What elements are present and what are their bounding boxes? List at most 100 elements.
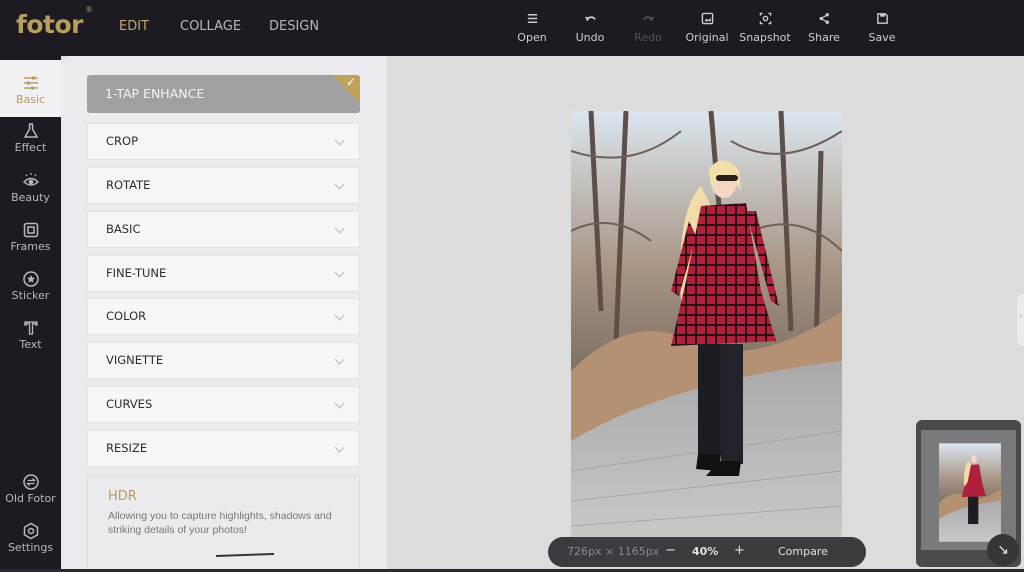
section-crop[interactable]: CROP bbox=[87, 123, 360, 160]
open-button[interactable]: Open bbox=[502, 12, 562, 44]
zoom-bar: 726px × 1165px − 40% + Compare bbox=[548, 537, 866, 567]
sidebar-label: Settings bbox=[7, 541, 54, 554]
snapshot-button[interactable]: Snapshot bbox=[735, 12, 795, 44]
edit-panel: 1-TAP ENHANCE ✓ CROP ROTATE BASIC FINE-T… bbox=[61, 56, 387, 572]
redo-button[interactable]: Redo bbox=[618, 12, 678, 44]
sidebar-label: Frames bbox=[10, 240, 51, 253]
gear-icon bbox=[23, 522, 38, 540]
left-sidebar: Basic Effect Beauty Frames Sticker Text … bbox=[0, 56, 61, 572]
chevron-down-icon bbox=[334, 442, 345, 453]
arrow-down-right-icon: ↘ bbox=[997, 542, 1009, 558]
section-vignette[interactable]: VIGNETTE bbox=[87, 342, 360, 379]
fotor-logo[interactable]: fotor® bbox=[16, 5, 93, 39]
snapshot-label: Snapshot bbox=[739, 31, 791, 44]
sidebar-label: Effect bbox=[14, 141, 47, 154]
check-icon: ✓ bbox=[345, 75, 356, 89]
navigator-thumbnail[interactable]: ↘ bbox=[916, 420, 1021, 567]
section-fine-tune[interactable]: FINE-TUNE bbox=[87, 255, 360, 292]
canvas-area: 726px × 1165px − 40% + Compare › ↘ bbox=[387, 56, 1024, 572]
sidebar-label: Beauty bbox=[11, 191, 50, 204]
chevron-down-icon bbox=[334, 135, 345, 146]
image-icon bbox=[677, 12, 737, 28]
chevron-down-icon bbox=[334, 354, 345, 365]
share-label: Share bbox=[808, 31, 840, 44]
frame-icon bbox=[23, 222, 38, 238]
switch-icon bbox=[22, 474, 39, 490]
section-label: FINE-TUNE bbox=[106, 266, 167, 280]
logo-mark: ® bbox=[85, 4, 93, 14]
sidebar-item-settings[interactable]: Settings bbox=[0, 522, 61, 554]
sidebar-item-old-fotor[interactable]: Old Fotor bbox=[0, 473, 61, 505]
chevron-down-icon bbox=[334, 398, 345, 409]
sidebar-label: Sticker bbox=[11, 289, 50, 302]
sidebar-item-frames[interactable]: Frames bbox=[0, 221, 61, 253]
chevron-down-icon bbox=[334, 310, 345, 321]
image-dimensions: 726px × 1165px bbox=[567, 545, 660, 558]
text-icon bbox=[23, 321, 38, 335]
section-curves[interactable]: CURVES bbox=[87, 386, 360, 423]
save-label: Save bbox=[868, 31, 896, 44]
chevron-down-icon bbox=[334, 267, 345, 278]
section-rotate[interactable]: ROTATE bbox=[87, 167, 360, 204]
section-label: CURVES bbox=[106, 397, 153, 411]
zoom-in-button[interactable]: + bbox=[734, 543, 745, 558]
section-label: VIGNETTE bbox=[106, 353, 164, 367]
compare-button[interactable]: Compare bbox=[778, 545, 828, 558]
section-color[interactable]: COLOR bbox=[87, 298, 360, 335]
sliders-icon bbox=[23, 76, 38, 90]
hdr-card[interactable]: HDR Allowing you to capture highlights, … bbox=[87, 475, 360, 572]
undo-button[interactable]: Undo bbox=[560, 12, 620, 44]
undo-icon bbox=[560, 12, 620, 28]
section-basic[interactable]: BASIC bbox=[87, 211, 360, 248]
save-icon bbox=[852, 12, 912, 28]
redo-label: Redo bbox=[634, 31, 662, 44]
menu-icon bbox=[502, 12, 562, 28]
sidebar-item-basic[interactable]: Basic bbox=[0, 60, 61, 117]
redo-icon bbox=[618, 12, 678, 28]
section-resize[interactable]: RESIZE bbox=[87, 430, 360, 467]
hdr-title: HDR bbox=[108, 489, 137, 504]
sidebar-label: Old Fotor bbox=[5, 492, 56, 505]
enhance-label: 1-TAP ENHANCE bbox=[105, 86, 205, 101]
chevron-down-icon bbox=[334, 179, 345, 190]
nav-collage[interactable]: COLLAGE bbox=[180, 19, 241, 34]
sidebar-label: Basic bbox=[15, 93, 46, 106]
share-button[interactable]: Share bbox=[794, 12, 854, 44]
hdr-description: Allowing you to capture highlights, shad… bbox=[108, 510, 332, 536]
zoom-out-button[interactable]: − bbox=[665, 543, 676, 558]
section-label: ROTATE bbox=[106, 178, 151, 192]
star-badge-icon bbox=[22, 271, 39, 287]
section-label: COLOR bbox=[106, 309, 147, 323]
chevron-down-icon bbox=[334, 223, 345, 234]
sidebar-label: Text bbox=[19, 338, 42, 351]
logo-text: fotor bbox=[16, 10, 84, 39]
save-button[interactable]: Save bbox=[852, 12, 912, 44]
photo-canvas[interactable] bbox=[571, 111, 842, 541]
sidebar-item-text[interactable]: Text bbox=[0, 319, 61, 351]
open-label: Open bbox=[517, 31, 547, 44]
section-label: BASIC bbox=[106, 222, 141, 236]
snapshot-icon bbox=[735, 12, 795, 28]
chevron-right-icon: › bbox=[1019, 312, 1023, 322]
zoom-level: 40% bbox=[692, 545, 719, 558]
undo-label: Undo bbox=[575, 31, 605, 44]
side-panel-toggle[interactable]: › bbox=[1017, 294, 1024, 346]
one-tap-enhance-button[interactable]: 1-TAP ENHANCE ✓ bbox=[87, 75, 360, 113]
eye-icon bbox=[22, 173, 39, 186]
section-label: CROP bbox=[106, 134, 139, 148]
hdr-preview-stroke bbox=[215, 552, 275, 558]
photo-image bbox=[571, 111, 842, 541]
sidebar-item-sticker[interactable]: Sticker bbox=[0, 270, 61, 302]
section-label: RESIZE bbox=[106, 441, 148, 455]
sidebar-item-effect[interactable]: Effect bbox=[0, 122, 61, 154]
collapse-navigator-button[interactable]: ↘ bbox=[987, 534, 1019, 566]
navigator-image bbox=[939, 442, 1001, 543]
original-button[interactable]: Original bbox=[677, 12, 737, 44]
share-icon bbox=[794, 12, 854, 28]
sidebar-item-beauty[interactable]: Beauty bbox=[0, 172, 61, 204]
navigator-viewport bbox=[921, 430, 1016, 550]
nav-design[interactable]: DESIGN bbox=[269, 19, 319, 34]
original-label: Original bbox=[685, 31, 729, 44]
nav-edit[interactable]: EDIT bbox=[119, 19, 149, 34]
top-bar: fotor® EDIT COLLAGE DESIGN Open Undo Red… bbox=[0, 0, 1024, 56]
